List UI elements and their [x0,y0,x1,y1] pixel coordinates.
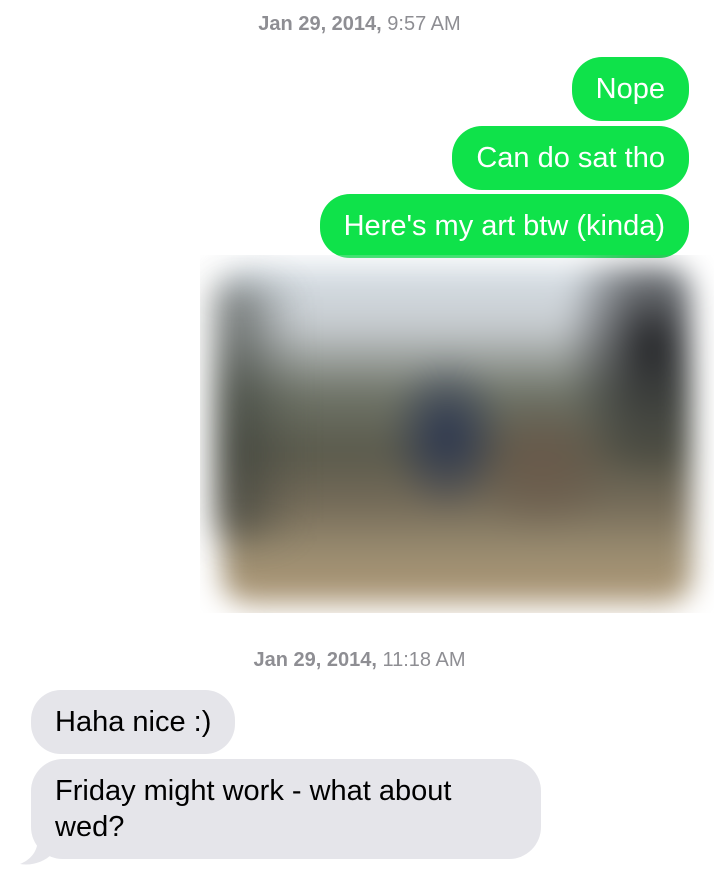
message-text: Can do sat tho [476,142,665,174]
photo-shadow [218,285,298,535]
message-text: Friday might work - what about wed? [55,775,452,843]
received-message-bubble[interactable]: Haha nice :) [31,690,236,754]
received-message-bubble[interactable]: Friday might work - what about wed? [31,759,541,859]
timestamp-time: 9:57 AM [387,13,461,35]
message-text: Nope [595,73,665,105]
sent-photo-attachment[interactable] [200,255,714,613]
timestamp-date: Jan 29, 2014, [253,649,377,671]
sent-message-bubble[interactable]: Here's my art btw (kinda) [319,194,689,258]
sent-message-bubble[interactable]: Can do sat tho [452,126,689,190]
message-text: Here's my art btw (kinda) [343,210,665,242]
timestamp-time: 11:18 AM [382,649,466,671]
timestamp-header: Jan 29, 2014, 9:57 AM [0,12,719,36]
timestamp-header: Jan 29, 2014, 11:18 AM [0,648,719,672]
sent-message-bubble[interactable]: Nope [571,57,689,121]
timestamp-date: Jan 29, 2014, [258,13,382,35]
message-text: Haha nice :) [55,706,212,738]
